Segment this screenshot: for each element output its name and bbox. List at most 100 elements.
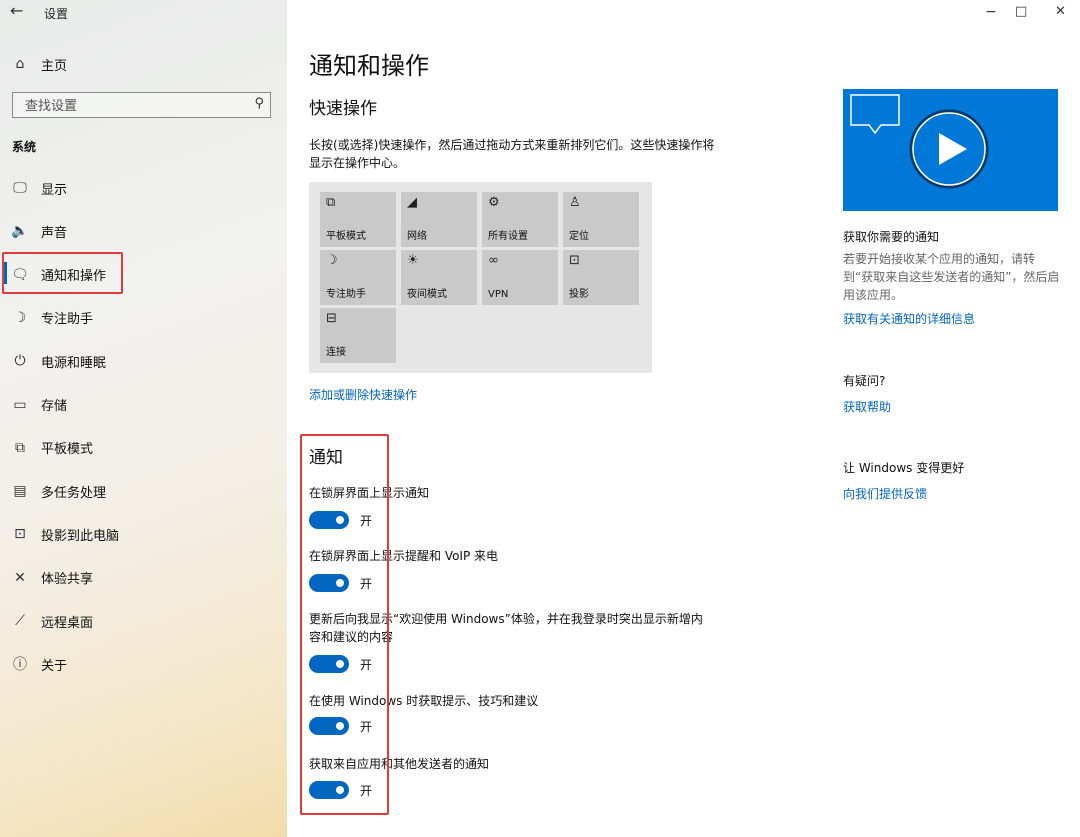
notifications-heading: 通知 bbox=[309, 448, 343, 468]
toggle-switch[interactable] bbox=[309, 717, 349, 735]
close-icon[interactable]: ✕ bbox=[1055, 4, 1066, 19]
notifications-info-link[interactable]: 获取有关通知的详细信息 bbox=[843, 310, 1063, 327]
quick-action-label: 专注助手 bbox=[326, 289, 366, 300]
quick-action-tile[interactable]: ∞ VPN bbox=[482, 250, 558, 305]
quick-actions-panel: ⧉ 平板模式 ◢ 网络 ⚙ 所有设置 ♙ 定位 ☽ 专注助手 ☀ 夜间模式 ∞ VPN ⊡ 投影 ⊟ 连接 bbox=[309, 182, 652, 373]
gear-icon: ⚙ bbox=[488, 195, 500, 210]
monitor-icon: 🖵 bbox=[13, 180, 27, 196]
sidebar-item-power[interactable]: ⏻ 电源和睡眠 bbox=[0, 341, 287, 381]
quick-action-label: 平板模式 bbox=[326, 231, 366, 242]
setting-label: 更新后向我显示“欢迎使用 Windows”体验，并在我登录时突出显示新增内容和建… bbox=[309, 612, 703, 644]
quick-action-label: 投影 bbox=[569, 289, 589, 300]
sidebar-item-remote-desktop[interactable]: ⟋ 远程桌面 bbox=[0, 601, 287, 641]
quick-action-tile[interactable]: ☀ 夜间模式 bbox=[401, 250, 477, 305]
minimize-icon[interactable]: − bbox=[985, 4, 997, 20]
search-box[interactable]: ⚲ bbox=[12, 92, 271, 119]
sidebar-item-label: 主页 bbox=[41, 58, 68, 74]
share-icon: ✕ bbox=[14, 569, 26, 586]
quick-action-label: VPN bbox=[488, 289, 509, 300]
network-icon: ◢ bbox=[407, 195, 417, 210]
toggle-switch[interactable] bbox=[309, 781, 349, 799]
sidebar-item-label: 平板模式 bbox=[41, 442, 94, 458]
setting-label: 在锁屏界面上显示提醒和 VoIP 来电 bbox=[309, 549, 499, 563]
video-thumbnail[interactable] bbox=[843, 89, 1058, 211]
setting-label: 获取来自应用和其他发送者的通知 bbox=[309, 757, 490, 771]
sidebar-item-project[interactable]: ⊡ 投影到此电脑 bbox=[0, 514, 287, 554]
sidebar-item-tablet-mode[interactable]: ⧉ 平板模式 bbox=[0, 428, 287, 468]
sidebar-item-share[interactable]: ✕ 体验共享 bbox=[0, 558, 287, 598]
toggle-state-label: 开 bbox=[360, 514, 373, 528]
storage-icon: ▭ bbox=[13, 396, 27, 413]
toggle-state-label: 开 bbox=[360, 720, 373, 734]
sidebar-item-label: 通知和操作 bbox=[41, 269, 107, 285]
quick-action-label: 夜间模式 bbox=[407, 289, 447, 300]
sidebar-item-label: 关于 bbox=[41, 658, 68, 674]
page-title: 通知和操作 bbox=[309, 52, 429, 80]
sidebar-item-label: 投影到此电脑 bbox=[41, 528, 120, 544]
tablet-mode-icon: ⧉ bbox=[15, 439, 25, 456]
project-icon: ⊡ bbox=[569, 253, 580, 268]
moon-icon: ☽ bbox=[13, 309, 27, 326]
sidebar-item-label: 显示 bbox=[41, 182, 68, 198]
quick-action-label: 定位 bbox=[569, 231, 589, 242]
edit-quick-actions-link[interactable]: 添加或删除快速操作 bbox=[309, 386, 417, 403]
sun-icon: ☀ bbox=[407, 253, 419, 268]
quick-action-tile[interactable]: ☽ 专注助手 bbox=[320, 250, 396, 305]
setting-label: 在使用 Windows 时获取提示、技巧和建议 bbox=[309, 694, 539, 708]
sidebar-item-speaker[interactable]: 🔈 声音 bbox=[0, 211, 287, 251]
sidebar-item-label: 远程桌面 bbox=[41, 615, 94, 631]
sidebar-item-label: 存储 bbox=[41, 399, 68, 414]
search-input[interactable] bbox=[23, 93, 237, 119]
multitask-icon: ▤ bbox=[13, 483, 27, 500]
sidebar-item-home[interactable]: ⌂ 主页 bbox=[0, 44, 287, 84]
sidebar-item-label: 多任务处理 bbox=[41, 485, 107, 501]
sidebar-item-label: 声音 bbox=[41, 225, 68, 241]
quick-action-tile[interactable]: ⚙ 所有设置 bbox=[482, 192, 558, 247]
quick-action-label: 连接 bbox=[326, 347, 346, 358]
quick-actions-heading: 快速操作 bbox=[309, 99, 377, 119]
maximize-icon[interactable]: □ bbox=[1015, 4, 1027, 19]
sidebar-item-storage[interactable]: ▭ 存储 bbox=[0, 385, 287, 425]
sidebar-item-label: 体验共享 bbox=[41, 572, 94, 588]
info-icon: ⓘ bbox=[13, 657, 27, 674]
toggle-state-label: 开 bbox=[360, 784, 373, 798]
sidebar-item-moon[interactable]: ☽ 专注助手 bbox=[0, 298, 287, 338]
get-help-link[interactable]: 获取帮助 bbox=[843, 398, 1063, 415]
feedback-link[interactable]: 向我们提供反馈 bbox=[843, 485, 1063, 502]
search-icon[interactable]: ⚲ bbox=[254, 96, 264, 111]
location-icon: ♙ bbox=[569, 195, 581, 210]
window-title: 设置 bbox=[44, 7, 69, 21]
speaker-icon: 🔈 bbox=[11, 223, 29, 240]
sidebar-item-monitor[interactable]: 🖵 显示 bbox=[0, 168, 287, 208]
sidebar-item-multitask[interactable]: ▤ 多任务处理 bbox=[0, 471, 287, 511]
notification-icon: 🗨 bbox=[11, 266, 29, 283]
section-label: 系统 bbox=[12, 140, 37, 154]
quick-actions-description: 长按(或选择)快速操作，然后通过拖动方式来重新排列它们。这些快速操作将显示在操作… bbox=[309, 138, 715, 170]
feedback-title: 让 Windows 变得更好 bbox=[843, 461, 965, 475]
get-notifications-text: 若要开始接收某个应用的通知，请转到“获取来自这些发送者的通知”，然后启用该应用。 bbox=[843, 252, 1060, 302]
back-arrow-icon[interactable]: ← bbox=[10, 1, 23, 20]
active-indicator bbox=[4, 262, 7, 284]
tablet-mode-icon: ⧉ bbox=[326, 195, 336, 210]
quick-action-tile[interactable]: ⧉ 平板模式 bbox=[320, 192, 396, 247]
quick-action-tile[interactable]: ◢ 网络 bbox=[401, 192, 477, 247]
get-notifications-title: 获取你需要的通知 bbox=[843, 230, 940, 244]
toggle-switch[interactable] bbox=[309, 574, 349, 592]
toggle-switch[interactable] bbox=[309, 655, 349, 673]
moon-icon: ☽ bbox=[326, 253, 338, 268]
main-content: 通知和操作 快速操作 长按(或选择)快速操作，然后通过拖动方式来重新排列它们。这… bbox=[287, 0, 1080, 837]
quick-action-tile[interactable]: ⊡ 投影 bbox=[563, 250, 639, 305]
home-icon: ⌂ bbox=[15, 56, 25, 72]
quick-action-label: 网络 bbox=[407, 231, 427, 242]
remote-desktop-icon: ⟋ bbox=[15, 613, 25, 629]
quick-action-tile[interactable]: ⊟ 连接 bbox=[320, 308, 396, 363]
project-icon: ⊡ bbox=[14, 526, 26, 543]
toggle-switch[interactable] bbox=[309, 511, 349, 529]
sidebar-item-info[interactable]: ⓘ 关于 bbox=[0, 644, 287, 684]
setting-label: 在锁屏界面上显示通知 bbox=[309, 486, 430, 500]
sidebar-item-notification[interactable]: 🗨 通知和操作 bbox=[0, 255, 287, 295]
toggle-state-label: 开 bbox=[360, 577, 373, 591]
sidebar: ← 设置 ⌂ 主页 ⚲ 系统 🖵 显示 🔈 声音 🗨 通知和操作 ☽ 专注助手 ⏻ 电源和睡眠 ▭ 存… bbox=[0, 0, 287, 837]
quick-action-tile[interactable]: ♙ 定位 bbox=[563, 192, 639, 247]
vpn-icon: ∞ bbox=[488, 253, 499, 268]
